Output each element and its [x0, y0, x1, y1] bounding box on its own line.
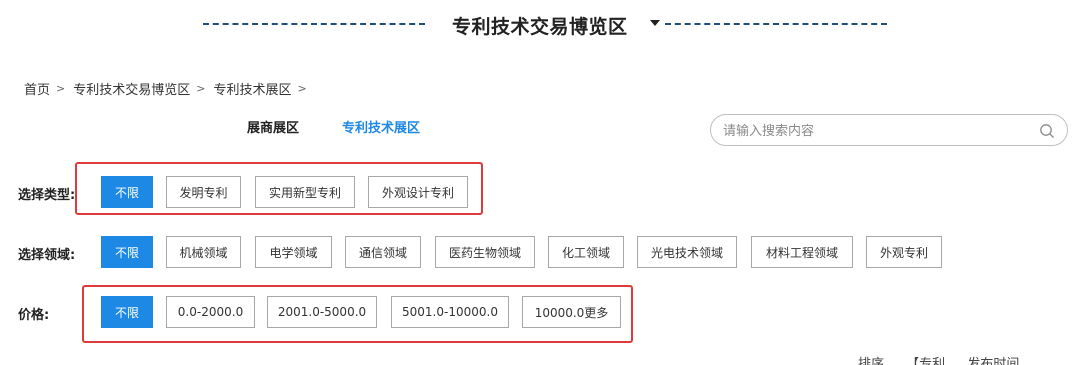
search-input[interactable] [721, 115, 1035, 147]
breadcrumb-patent-expo[interactable]: 专利技术交易博览区 [73, 79, 190, 98]
filter-type-label: 选择类型: [18, 188, 76, 203]
filter-field-option-electrical[interactable]: 电学领域 [255, 236, 332, 268]
section-title: 专利技术交易博览区 [452, 16, 628, 38]
sort-option-patent[interactable]: 【专利 [906, 357, 945, 365]
highlight-box-type [75, 162, 483, 215]
caret-down-icon[interactable] [650, 20, 660, 26]
filter-row-field: 选择领域: 不限 机械领域 电学领域 通信领域 医药生物领域 化工领域 光电技术… [0, 236, 1080, 270]
highlight-box-price [82, 285, 633, 343]
sort-bar-partial: 排序 【专利 发布时间 [858, 354, 1019, 365]
breadcrumb-patent-tech[interactable]: 专利技术展区 [213, 79, 291, 98]
filter-field-option-materials[interactable]: 材料工程领域 [751, 236, 853, 268]
section-title-bar: 专利技术交易博览区 [0, 0, 1080, 52]
breadcrumb-separator: > [56, 82, 66, 95]
search-box [710, 114, 1068, 147]
filter-field-option-optoelectronic[interactable]: 光电技术领域 [637, 236, 737, 268]
filter-field-option-chemical[interactable]: 化工领域 [548, 236, 624, 268]
search-icon[interactable] [1039, 123, 1055, 139]
breadcrumb-separator: > [297, 82, 307, 95]
filter-field-option-any[interactable]: 不限 [101, 236, 153, 268]
filter-field-option-biomedical[interactable]: 医药生物领域 [435, 236, 535, 268]
tab-patent-tech-zone[interactable]: 专利技术展区 [342, 117, 420, 136]
filter-field-option-communication[interactable]: 通信领域 [345, 236, 421, 268]
sort-label: 排序 [858, 357, 885, 365]
sort-option-publish-time[interactable]: 发布时间 [967, 357, 1019, 365]
tab-exhibitor-zone[interactable]: 展商展区 [247, 117, 299, 136]
filter-field-label: 选择领域: [18, 248, 76, 263]
title-divider-right [665, 23, 887, 25]
breadcrumb-separator: > [196, 82, 206, 95]
breadcrumb: 首页 > 专利技术交易博览区 > 专利技术展区 > [24, 79, 315, 98]
filter-field-option-mechanical[interactable]: 机械领域 [166, 236, 241, 268]
breadcrumb-home[interactable]: 首页 [24, 79, 50, 98]
filter-price-label: 价格: [18, 308, 50, 323]
filter-field-option-design-patent[interactable]: 外观专利 [866, 236, 942, 268]
title-divider-left [203, 23, 425, 25]
